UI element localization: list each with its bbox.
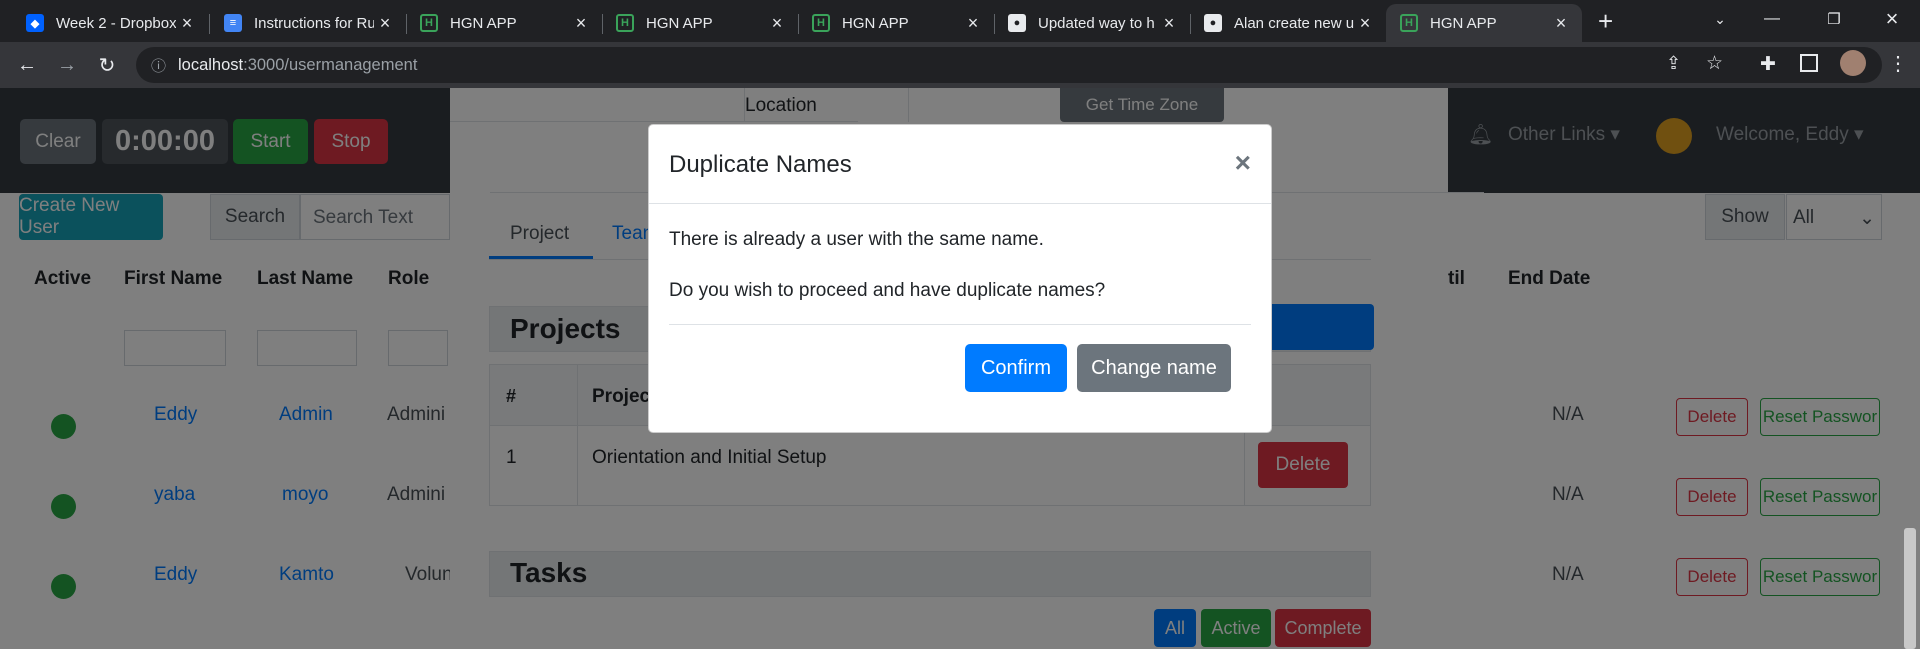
bookmark-star-icon[interactable]: ☆ (1706, 52, 1723, 75)
docs-icon: ≡ (224, 14, 242, 32)
dropbox-icon: ◆ (26, 14, 44, 32)
close-icon[interactable]: × (766, 13, 788, 34)
duplicate-names-dialog: Duplicate Names × There is already a use… (648, 124, 1272, 433)
browser-menu-icon[interactable]: ⋮ (1888, 51, 1908, 76)
browser-tab[interactable]: ● Updated way to h × (994, 4, 1190, 42)
window-close-icon[interactable]: × (1864, 0, 1920, 38)
tab-title: Instructions for Ru (254, 14, 374, 32)
github-icon: ● (1204, 14, 1222, 32)
tab-title: HGN APP (646, 14, 713, 32)
side-panel-icon[interactable] (1800, 54, 1818, 72)
change-name-button[interactable]: Change name (1077, 344, 1231, 392)
minimize-icon[interactable]: — (1744, 0, 1800, 38)
close-icon[interactable]: × (176, 13, 198, 34)
close-icon[interactable]: × (1235, 147, 1251, 179)
browser-tab[interactable]: H HGN APP × (798, 4, 994, 42)
github-icon: ● (1008, 14, 1026, 32)
url-text: localhost:3000/usermanagement (178, 56, 418, 74)
browser-tab[interactable]: ● Alan create new u × (1190, 4, 1386, 42)
dialog-question: Do you wish to proceed and have duplicat… (669, 280, 1106, 301)
extensions-icon[interactable]: ✚ (1760, 53, 1776, 76)
close-icon[interactable]: × (962, 13, 984, 34)
tab-title: Updated way to h (1038, 14, 1155, 32)
share-icon[interactable]: ⇪ (1666, 53, 1681, 74)
restore-icon[interactable]: ❐ (1806, 0, 1862, 38)
browser-toolbar: ← → ↻ ⓘ localhost:3000/usermanagement ⇪ … (0, 42, 1920, 88)
close-icon[interactable]: × (374, 13, 396, 34)
close-icon[interactable]: × (1354, 13, 1376, 34)
reload-icon[interactable]: ↻ (92, 50, 122, 80)
browser-tab[interactable]: ◆ Week 2 - Dropbox × (12, 4, 208, 42)
hgn-icon: H (1400, 14, 1418, 32)
back-icon[interactable]: ← (12, 50, 42, 80)
close-icon[interactable]: × (1550, 13, 1572, 34)
tab-title: HGN APP (450, 14, 517, 32)
forward-icon[interactable]: → (52, 50, 82, 80)
tab-title: HGN APP (1430, 14, 1497, 32)
dialog-divider (669, 324, 1251, 325)
confirm-button[interactable]: Confirm (965, 344, 1067, 392)
profile-avatar-icon[interactable] (1840, 50, 1866, 76)
dialog-title: Duplicate Names (669, 151, 852, 178)
browser-tab-strip: ◆ Week 2 - Dropbox × ≡ Instructions for … (0, 0, 1920, 42)
tab-title: Week 2 - Dropbox (56, 14, 176, 32)
browser-tab[interactable]: H HGN APP × (406, 4, 602, 42)
tab-title: Alan create new u (1234, 14, 1354, 32)
browser-tab[interactable]: H HGN APP × (602, 4, 798, 42)
address-bar[interactable]: ⓘ localhost:3000/usermanagement ⇪ ☆ (136, 47, 1882, 83)
hgn-icon: H (616, 14, 634, 32)
hgn-icon: H (812, 14, 830, 32)
tab-search-icon[interactable]: ⌄ (1692, 0, 1748, 38)
dialog-header: Duplicate Names × (649, 125, 1271, 204)
hgn-icon: H (420, 14, 438, 32)
browser-tab[interactable]: ≡ Instructions for Ru × (210, 4, 406, 42)
close-icon[interactable]: × (1158, 13, 1180, 34)
dialog-message: There is already a user with the same na… (669, 229, 1044, 250)
browser-tab-active[interactable]: H HGN APP × (1386, 4, 1582, 42)
scrollbar-thumb[interactable] (1904, 528, 1916, 649)
close-icon[interactable]: × (570, 13, 592, 34)
site-info-icon[interactable]: ⓘ (151, 55, 166, 76)
tab-title: HGN APP (842, 14, 909, 32)
new-tab-icon[interactable]: + (1598, 6, 1613, 37)
